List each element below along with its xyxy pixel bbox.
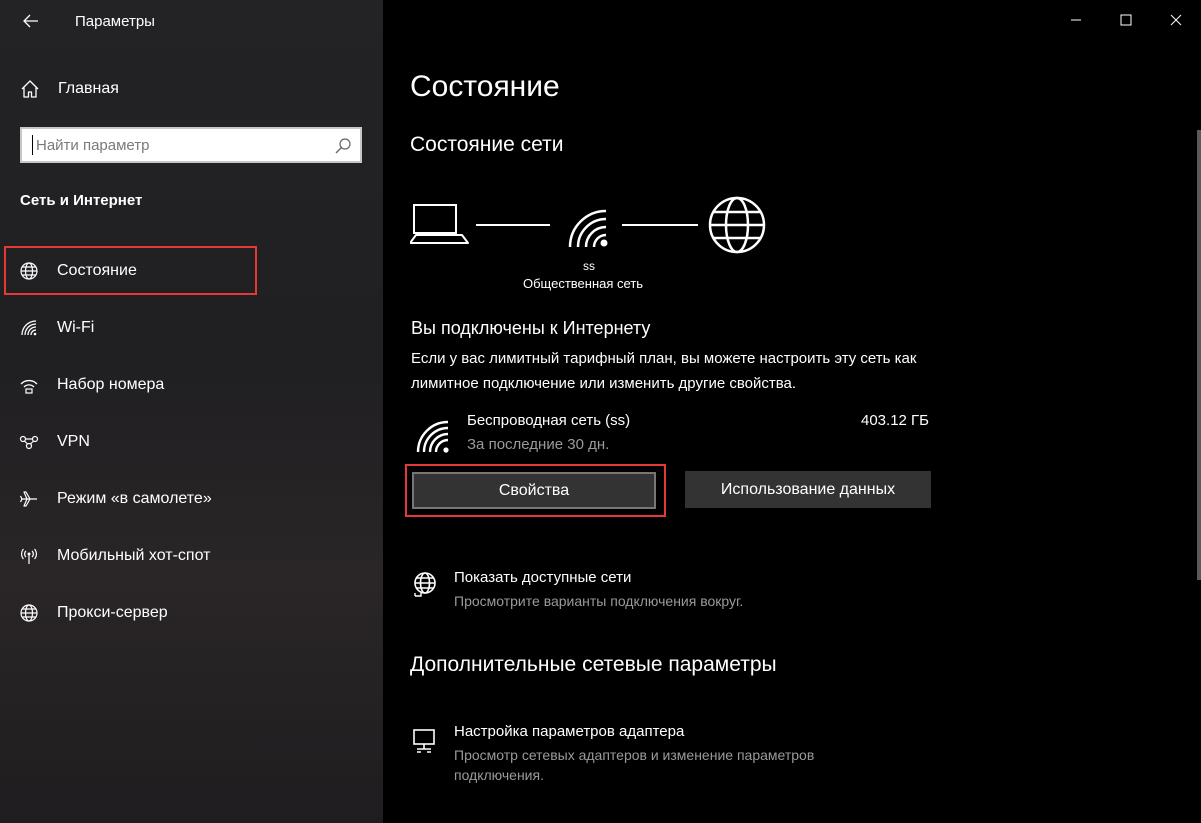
adapter-settings-title: Настройка параметров адаптера: [454, 723, 685, 740]
network-diagram: [410, 196, 766, 254]
sidebar: Параметры Главная Сеть и Интернет Состоя…: [0, 0, 383, 823]
connected-description: Если у вас лимитный тарифный план, вы мо…: [411, 350, 917, 392]
dialup-icon: [20, 379, 38, 394]
sidebar-item-label: Режим «в самолете»: [57, 490, 212, 507]
show-networks-desc: Просмотрите варианты подключения вокруг.: [454, 593, 744, 609]
internet-globe-icon: [708, 196, 766, 254]
laptop-icon: [410, 204, 469, 244]
sidebar-item-label: VPN: [57, 433, 90, 450]
data-usage-button[interactable]: Использование данных: [685, 471, 931, 508]
sidebar-item-label: Главная: [58, 80, 119, 97]
sidebar-item-wifi[interactable]: Wi-Fi: [0, 304, 383, 352]
adapter-usage: 403.12 ГБ: [861, 412, 930, 429]
show-networks-link[interactable]: Показать доступные сети Просмотрите вари…: [411, 569, 831, 613]
search-box[interactable]: [20, 127, 362, 163]
scrollbar[interactable]: [1197, 130, 1201, 580]
minimize-icon: [1071, 19, 1081, 21]
vpn-icon: [19, 435, 39, 450]
adapter-name: Беспроводная сеть (ss): [467, 412, 631, 429]
sidebar-item-dialup[interactable]: Набор номера: [0, 361, 383, 409]
properties-button[interactable]: Свойства: [412, 472, 656, 509]
wifi-adapter-icon: [416, 420, 449, 453]
sidebar-item-label: Мобильный хот-спот: [57, 547, 211, 564]
sidebar-item-airplane[interactable]: Режим «в самолете»: [0, 475, 383, 523]
search-icon[interactable]: [334, 137, 352, 155]
sidebar-item-proxy[interactable]: Прокси-сервер: [0, 589, 383, 637]
airplane-icon: [19, 491, 37, 507]
main-content: Состояние Состояние сети ss Общественная…: [383, 0, 1201, 823]
sidebar-item-hotspot[interactable]: Мобильный хот-спот: [0, 532, 383, 580]
page-title: Состояние: [410, 70, 560, 103]
minimize-button[interactable]: [1051, 0, 1101, 40]
sidebar-item-label: Набор номера: [57, 376, 165, 393]
network-status-title: Состояние сети: [410, 133, 564, 156]
maximize-button[interactable]: [1101, 0, 1151, 40]
adapter-period: За последние 30 дн.: [467, 436, 610, 453]
hotspot-icon: [21, 548, 37, 564]
back-arrow-icon: [23, 14, 38, 28]
adapter-settings-desc-line1: Просмотр сетевых адаптеров и изменение п…: [454, 747, 815, 763]
sidebar-item-label: Wi-Fi: [57, 319, 95, 336]
sidebar-item-status[interactable]: Состояние: [0, 247, 383, 295]
home-icon: [21, 80, 39, 98]
globe-icon: [20, 604, 38, 622]
window-controls: [1051, 0, 1201, 40]
back-button[interactable]: [16, 8, 46, 34]
network-type: Общественная сеть: [523, 276, 644, 291]
close-icon: [1170, 14, 1182, 26]
wifi-signal-icon: [568, 209, 608, 248]
adapter-settings-link[interactable]: Настройка параметров адаптера Просмотр с…: [411, 723, 871, 787]
network-name: ss: [583, 259, 595, 273]
sidebar-item-home[interactable]: Главная: [0, 70, 383, 108]
globe-icon: [20, 262, 38, 280]
app-title: Параметры: [75, 13, 155, 30]
connected-title: Вы подключены к Интернету: [411, 318, 651, 338]
wifi-icon: [21, 320, 37, 336]
close-button[interactable]: [1151, 0, 1201, 40]
advanced-settings-title: Дополнительные сетевые параметры: [410, 653, 777, 676]
sidebar-item-vpn[interactable]: VPN: [0, 418, 383, 466]
search-input[interactable]: [32, 135, 322, 155]
show-networks-title: Показать доступные сети: [454, 569, 632, 586]
sidebar-item-label: Прокси-сервер: [57, 604, 168, 621]
adapter-settings-desc-line2: подключения.: [454, 767, 544, 783]
sidebar-item-label: Состояние: [57, 262, 137, 279]
network-adapter-icon: [413, 729, 435, 753]
section-title: Сеть и Интернет: [20, 192, 143, 209]
maximize-icon: [1120, 14, 1132, 26]
globe-network-icon: [414, 572, 436, 597]
